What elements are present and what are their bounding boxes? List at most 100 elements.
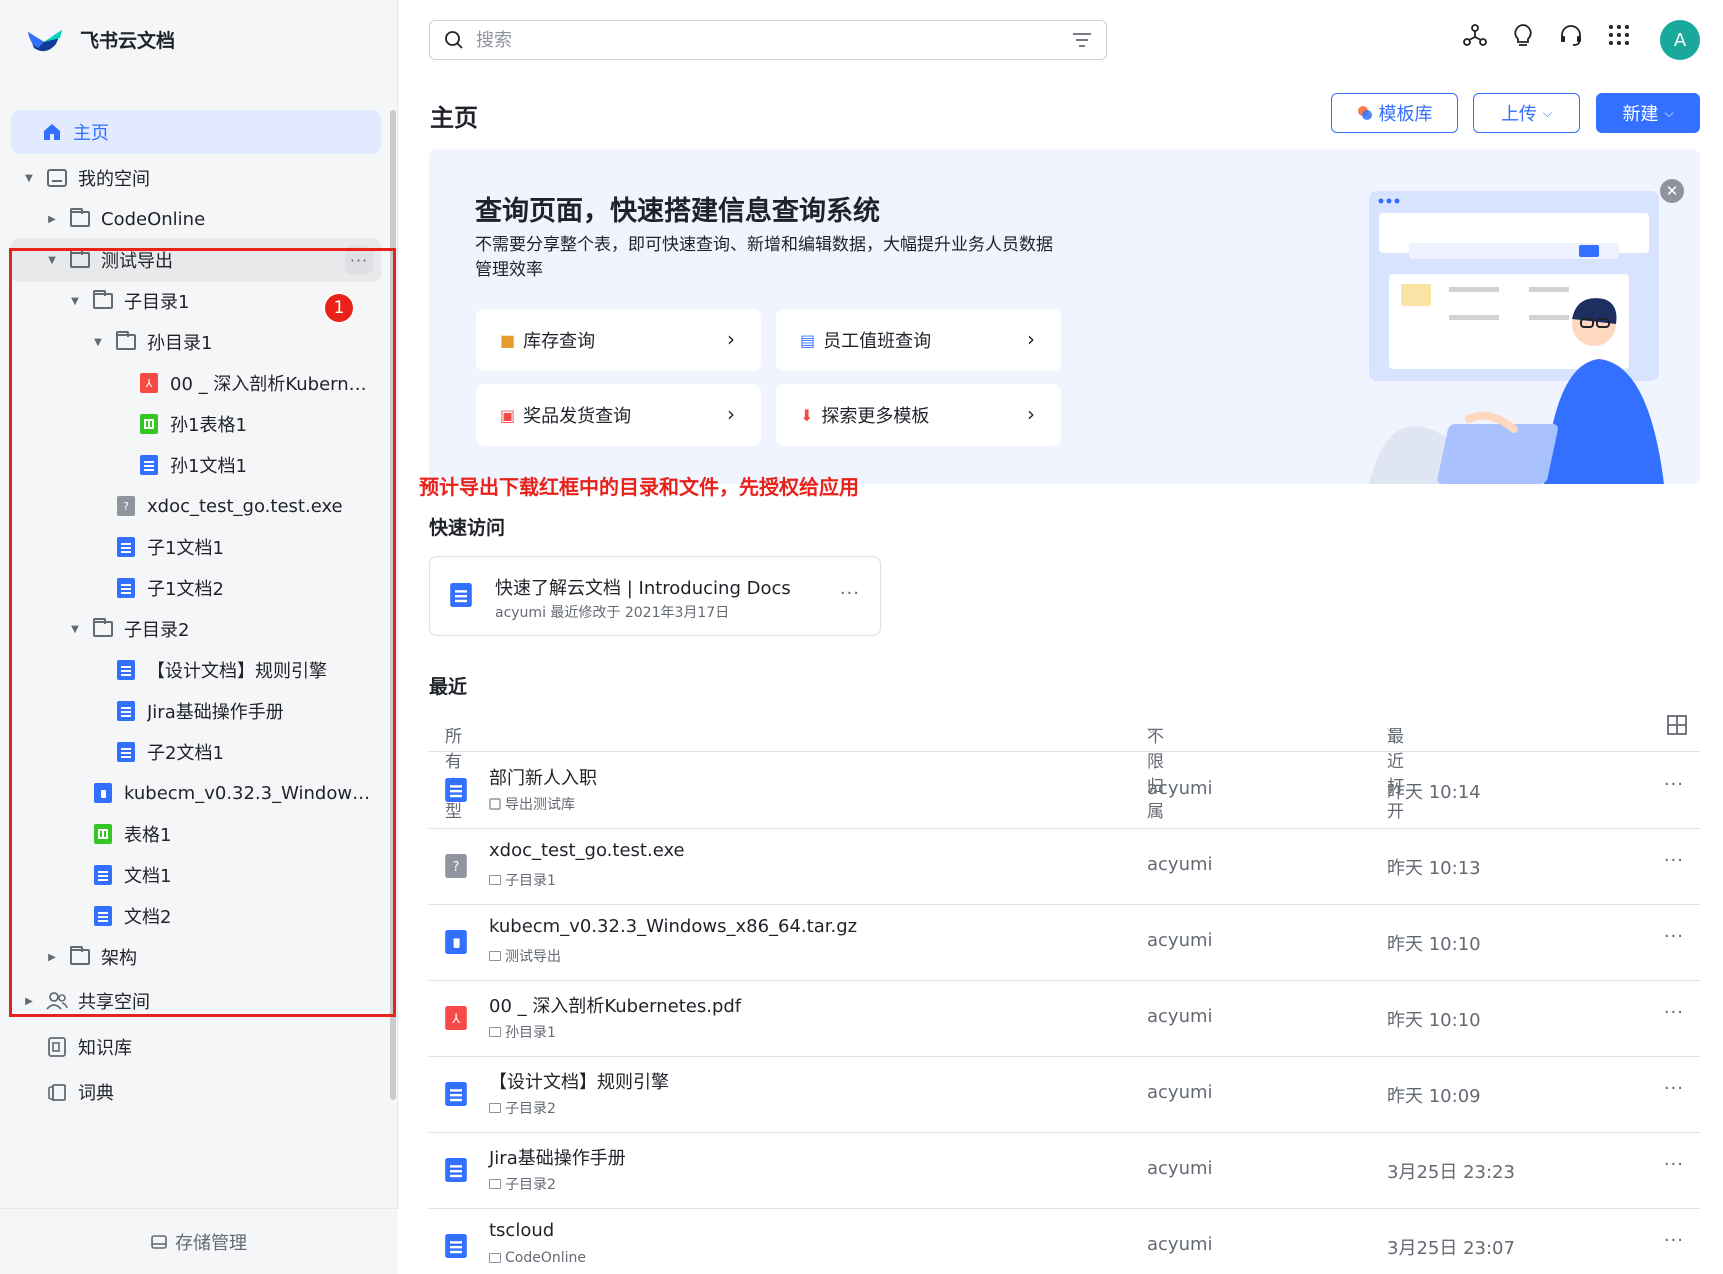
pdf-icon: ⅄ [445,1006,467,1030]
quick-card-title: 快速了解云文档 | Introducing Docs [495,578,791,599]
tree-folder-subdir2[interactable]: ▼ 子目录2 [0,607,382,651]
tree-file-exe[interactable]: ? xdoc_test_go.test.exe [0,484,382,528]
tree-file-sheet-grand1[interactable]: 孙1表格1 [0,402,382,446]
more-options-button[interactable]: ··· [1664,1078,1684,1099]
storage-management-button[interactable]: 存储管理 [0,1208,398,1274]
tree-file-kubernetes-pdf[interactable]: ⅄ 00 _ 深入剖析Kubernet... [0,361,382,405]
search-input[interactable] [476,29,1060,51]
search-icon [445,31,463,49]
tree-file-doc1[interactable]: 文档1 [0,853,382,897]
chevron-down-icon: ⌵ [1147,722,1157,736]
apps-grid-icon[interactable] [1606,22,1631,47]
sidebar-item-wiki[interactable]: 知识库 [0,1025,382,1069]
tree-file-doc-grand1[interactable]: 孙1文档1 [0,443,382,487]
caret-down-icon[interactable]: ▼ [22,171,36,185]
user-avatar[interactable]: A [1660,20,1700,60]
archive-icon [445,930,467,954]
unknown-file-icon: ? [117,496,135,516]
folder-icon [93,618,113,637]
tile-explore-templates[interactable]: ⬇ 探索更多模板 › [776,384,1061,446]
users-icon [46,990,68,1012]
tree-folder-test-export[interactable]: ▼ 测试导出 ··· [11,238,381,282]
tree-folder-architecture[interactable]: ▶ 架构 [0,935,382,979]
tree-folder-codeonline[interactable]: ▶ CodeOnline [0,197,382,241]
more-options-button[interactable]: ··· [840,583,860,604]
banner-illustration [1369,191,1664,484]
recent-row[interactable]: ⅄ 00 _ 深入剖析Kubernetes.pdf 孙目录1 acyumi 昨天… [429,982,1700,1057]
top-toolbar [1462,22,1631,47]
quick-card-subtitle: acyumi 最近修改于 2021年3月17日 [495,605,730,621]
template-library-button[interactable]: 模板库 [1331,93,1458,133]
app-logo[interactable]: 飞书云文档 [26,22,175,56]
share-network-icon[interactable] [1462,22,1487,47]
tree-file-child2-doc1[interactable]: 子2文档1 [0,730,382,774]
more-options-button[interactable]: ··· [1664,1002,1684,1023]
recent-row[interactable]: 【设计文档】规则引擎 子目录2 acyumi 昨天 10:09 ··· [429,1058,1700,1133]
tree-file-doc2[interactable]: 文档2 [0,894,382,938]
recent-row[interactable]: tscloud CodeOnline acyumi 3月25日 23:07 ··… [429,1210,1700,1274]
chevron-right-icon: › [727,402,735,426]
headset-icon[interactable] [1558,22,1583,47]
more-options-button[interactable]: ··· [1664,1230,1684,1251]
caret-down-icon[interactable]: ▼ [91,335,105,349]
more-options-button[interactable]: ··· [1664,1154,1684,1175]
chevron-down-icon: ⌵ [1664,105,1674,120]
more-options-button[interactable]: ··· [1664,850,1684,871]
caret-right-icon[interactable]: ▶ [45,950,59,964]
more-options-button[interactable]: ··· [1664,774,1684,795]
more-options-button[interactable]: ··· [1664,926,1684,947]
chevron-right-icon: › [1027,327,1035,351]
folder-icon [70,946,90,965]
close-banner-button[interactable]: ✕ [1660,179,1684,203]
sidebar-item-dictionary[interactable]: 词典 [0,1070,382,1114]
tree-file-child1-doc1[interactable]: 子1文档1 [0,525,382,569]
more-options-button[interactable]: ··· [345,246,373,274]
search-box[interactable] [429,20,1107,60]
sidebar-item-shared-space[interactable]: ▶ 共享空间 [0,979,382,1023]
sidebar: 飞书云文档 主页 ▼ 我的空间 ▶ CodeOnline ▼ 测试导出 ··· … [0,0,398,1274]
doc-icon [117,537,135,557]
new-button[interactable]: 新建 ⌵ [1596,93,1700,133]
lightbulb-icon[interactable] [1510,22,1535,47]
sidebar-item-home[interactable]: 主页 [11,110,381,154]
folder-icon [489,951,501,961]
caret-down-icon[interactable]: ▼ [68,294,82,308]
filter-icon[interactable] [1072,32,1092,48]
chevron-down-icon: ⌵ [1542,105,1553,120]
tree-file-jira-manual[interactable]: Jira基础操作手册 [0,689,382,733]
upload-button[interactable]: 上传 ⌵ [1473,93,1580,133]
recent-row[interactable]: Jira基础操作手册 子目录2 acyumi 3月25日 23:23 ··· [429,1134,1700,1209]
caret-right-icon[interactable]: ▶ [45,212,59,226]
template-icon [1357,106,1372,120]
doc-icon [117,742,135,762]
caret-down-icon[interactable]: ▼ [45,253,59,267]
tile-prize-shipping-query[interactable]: ▣ 奖品发货查询 › [476,384,761,446]
recent-row[interactable]: ? xdoc_test_go.test.exe 子目录1 acyumi 昨天 1… [429,830,1700,905]
folder-icon [70,208,90,227]
caret-down-icon[interactable]: ▼ [68,622,82,636]
caret-right-icon[interactable]: ▶ [22,994,36,1008]
recent-row[interactable]: 部门新人入职 导出测试库 acyumi 昨天 10:14 ··· [429,754,1700,829]
tile-staff-duty-query[interactable]: ▤ 员工值班查询 › [776,309,1061,371]
tree-file-rule-engine[interactable]: 【设计文档】规则引擎 [0,648,382,692]
folder-icon [489,1027,501,1037]
dictionary-icon [46,1081,68,1103]
tree-folder-grandchild1[interactable]: ▼ 孙目录1 [0,320,382,364]
tree-file-kubecm[interactable]: kubecm_v0.32.3_Windows_x... [0,771,382,815]
home-icon [41,121,63,143]
doc-icon [94,865,112,885]
doc-icon [445,1158,467,1182]
grid-view-icon[interactable] [1666,714,1688,736]
quick-access-card[interactable]: 快速了解云文档 | Introducing Docs acyumi 最近修改于 … [429,556,881,636]
tree-file-sheet1[interactable]: 表格1 [0,812,382,856]
archive-icon [94,783,112,803]
doc-icon [117,701,135,721]
pdf-icon: ⅄ [140,373,158,393]
tile-inventory-query[interactable]: ■ 库存查询 › [476,309,761,371]
feishu-logo-icon [28,30,62,52]
recent-row[interactable]: kubecm_v0.32.3_Windows_x86_64.tar.gz 测试导… [429,906,1700,981]
sidebar-item-my-space[interactable]: ▼ 我的空间 [0,156,382,200]
tree-file-child1-doc2[interactable]: 子1文档2 [0,566,382,610]
recent-filter-bar: 所有类型 ⌵ 不限归属 ⌵ 最近打开 ⌵ [429,710,1700,822]
sidebar-scrollbar[interactable] [390,110,396,1100]
